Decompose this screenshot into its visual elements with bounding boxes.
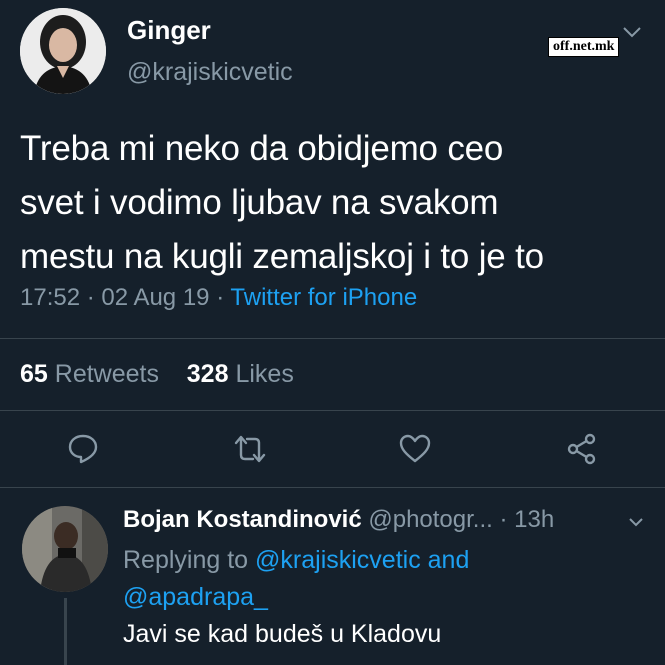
replying-to: Replying to @krajiskicvetic and @apadrap… xyxy=(123,542,643,616)
thread-line xyxy=(64,598,67,665)
author-name[interactable]: Ginger xyxy=(127,15,211,46)
retweet-icon[interactable] xyxy=(233,432,267,466)
tweet-meta: 17:52 · 02 Aug 19 · Twitter for iPhone xyxy=(20,284,417,312)
reply-icon[interactable] xyxy=(66,432,100,466)
watermark: off.net.mk xyxy=(548,37,620,57)
tweet-time: 17:52 xyxy=(20,284,81,311)
reply-header: Bojan Kostandinović @photogr... · 13h xyxy=(123,506,554,534)
reply-author-handle[interactable]: @photogr... xyxy=(368,506,492,533)
meta-separator: · xyxy=(86,284,95,311)
author-handle[interactable]: @krajiskicvetic xyxy=(127,58,293,87)
author-avatar[interactable] xyxy=(20,8,106,94)
divider xyxy=(0,487,665,488)
meta-separator: · xyxy=(216,284,225,311)
share-icon[interactable] xyxy=(565,432,599,466)
chevron-down-icon[interactable] xyxy=(620,20,644,44)
replying-link-2[interactable]: @apadrapa_ xyxy=(123,583,268,611)
chevron-down-icon[interactable] xyxy=(626,512,646,532)
meta-separator: · xyxy=(499,506,515,533)
retweets-count[interactable]: 65 xyxy=(20,360,48,388)
tweet-text: Treba mi neko da obidjemo ceo svet i vod… xyxy=(20,129,544,276)
divider xyxy=(0,410,665,411)
tweet-stats: 65 Retweets 328 Likes xyxy=(20,360,294,389)
retweets-label[interactable]: Retweets xyxy=(55,360,159,388)
replying-prefix: Replying to xyxy=(123,546,249,574)
likes-count[interactable]: 328 xyxy=(187,360,229,388)
reply-text: Javi se kad budeš u Kladovu xyxy=(123,620,442,648)
reply-author-name[interactable]: Bojan Kostandinović xyxy=(123,506,362,533)
like-icon[interactable] xyxy=(398,432,432,466)
divider xyxy=(0,338,665,339)
tweet-source[interactable]: Twitter for iPhone xyxy=(230,284,417,311)
likes-label[interactable]: Likes xyxy=(235,360,293,388)
reply-time[interactable]: 13h xyxy=(514,506,554,533)
replying-link-1[interactable]: @krajiskicvetic and xyxy=(255,546,469,574)
reply-author-avatar[interactable] xyxy=(22,506,108,592)
tweet-date[interactable]: 02 Aug 19 xyxy=(101,284,209,311)
